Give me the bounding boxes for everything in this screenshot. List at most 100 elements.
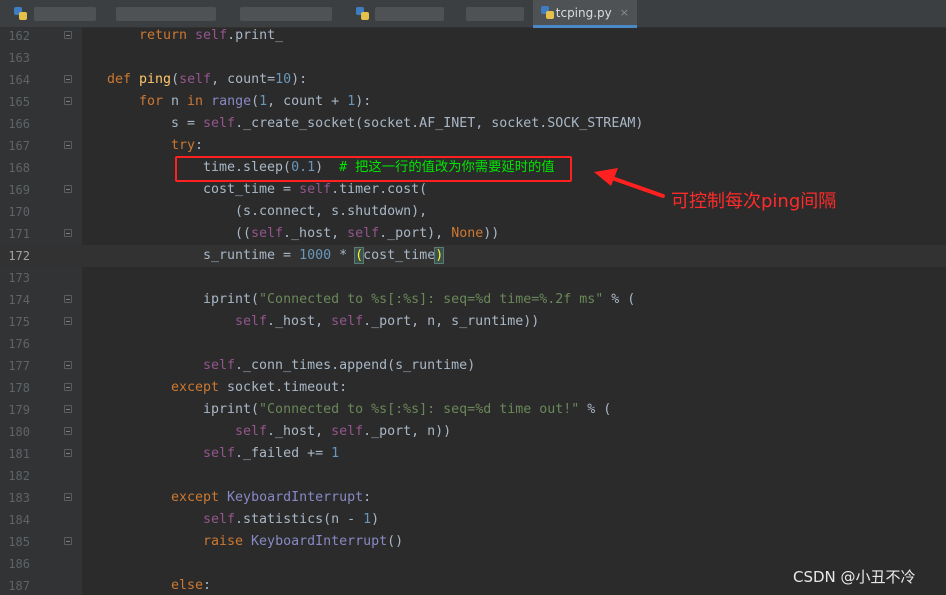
- python-file-icon: [541, 5, 554, 20]
- line-number: 170: [8, 205, 30, 219]
- editor-tab-blurred-3[interactable]: [232, 0, 344, 28]
- line-number: 162: [8, 29, 30, 43]
- code-token: *: [331, 248, 356, 263]
- line-number: 169: [8, 183, 30, 197]
- code-token: ):: [355, 94, 372, 109]
- python-file-icon: [356, 7, 369, 21]
- code-line[interactable]: 178 except socket.timeout:: [0, 377, 946, 399]
- code-token: self: [251, 226, 284, 241]
- code-token: ((: [235, 226, 252, 241]
- matched-brace: (: [354, 247, 365, 264]
- code-token: except: [171, 380, 228, 395]
- code-text: iprint("Connected to %s[:%s]: seq=%d tim…: [203, 399, 611, 421]
- code-line[interactable]: 176: [0, 333, 946, 355]
- code-token: except: [171, 490, 228, 505]
- code-line[interactable]: 167 try:: [0, 135, 946, 157]
- code-token: "Connected to %s[:%s]: seq=%d time=%.2f …: [259, 292, 604, 307]
- code-text: self._host, self._port, n)): [235, 421, 451, 443]
- code-line[interactable]: 183 except KeyboardInterrupt:: [0, 487, 946, 509]
- code-text: s_runtime = 1000 * (cost_time): [203, 245, 445, 267]
- line-number: 181: [8, 447, 30, 461]
- code-line[interactable]: 164 def ping(self, count=10):: [0, 69, 946, 91]
- code-line[interactable]: 185 raise KeyboardInterrupt(): [0, 531, 946, 553]
- close-tab-icon[interactable]: ×: [620, 6, 629, 19]
- code-text: for n in range(1, count + 1):: [139, 91, 371, 113]
- editor-tab-blurred-2[interactable]: [108, 0, 228, 28]
- code-line[interactable]: 184 self.statistics(n - 1): [0, 509, 946, 531]
- fold-marker-icon[interactable]: [64, 405, 72, 413]
- code-line[interactable]: 180 self._host, self._port, n)): [0, 421, 946, 443]
- code-token: raise: [203, 534, 252, 549]
- fold-marker-icon[interactable]: [64, 185, 72, 193]
- fold-marker-icon[interactable]: [64, 295, 72, 303]
- code-token: None: [451, 226, 484, 241]
- code-token: ._port, n, s_runtime)): [363, 314, 540, 329]
- editor-tab-blurred-1[interactable]: [6, 0, 104, 28]
- code-line[interactable]: 172 s_runtime = 1000 * (cost_time): [0, 245, 946, 267]
- code-token: 1: [259, 94, 268, 109]
- line-number: 183: [8, 491, 30, 505]
- code-line[interactable]: 175 self._host, self._port, n, s_runtime)…: [0, 311, 946, 333]
- code-line[interactable]: 181 self._failed += 1: [0, 443, 946, 465]
- code-line[interactable]: 177 self._conn_times.append(s_runtime): [0, 355, 946, 377]
- line-number: 166: [8, 117, 30, 131]
- line-number: 165: [8, 95, 30, 109]
- code-token: .timer.cost(: [331, 182, 428, 197]
- line-number: 185: [8, 535, 30, 549]
- code-text: else:: [171, 575, 211, 595]
- code-line[interactable]: 182: [0, 465, 946, 487]
- code-token: range: [211, 94, 252, 109]
- code-line[interactable]: 165 for n in range(1, count + 1):: [0, 91, 946, 113]
- code-text: def ping(self, count=10):: [107, 69, 307, 91]
- fold-marker-icon[interactable]: [64, 31, 72, 39]
- code-token: ._host,: [283, 226, 348, 241]
- code-token: 10: [275, 72, 292, 87]
- line-number: 177: [8, 359, 30, 373]
- fold-marker-icon[interactable]: [64, 75, 72, 83]
- fold-marker-icon[interactable]: [64, 493, 72, 501]
- code-token: iprint(: [203, 402, 260, 417]
- line-number: 184: [8, 513, 30, 527]
- line-number: 167: [8, 139, 30, 153]
- fold-marker-icon[interactable]: [64, 229, 72, 237]
- editor-tab-bar: tcping.py ×: [0, 0, 946, 28]
- code-token: ._port, n)): [363, 424, 452, 439]
- code-text: try:: [171, 135, 203, 157]
- code-token: for: [139, 94, 172, 109]
- code-token: self: [195, 28, 228, 43]
- fold-marker-icon[interactable]: [64, 361, 72, 369]
- code-token: self: [179, 72, 212, 87]
- fold-marker-icon[interactable]: [64, 97, 72, 105]
- code-token: "Connected to %s[:%s]: seq=%d time out!": [259, 402, 580, 417]
- fold-marker-icon[interactable]: [64, 383, 72, 391]
- code-line[interactable]: 171 ((self._host, self._port), None)): [0, 223, 946, 245]
- code-line[interactable]: 162 return self.print_: [0, 25, 946, 47]
- fold-marker-icon[interactable]: [64, 317, 72, 325]
- code-token: )): [483, 226, 500, 241]
- code-token: 1000: [299, 248, 332, 263]
- code-token: (s.connect, s.shutdown),: [235, 204, 428, 219]
- code-token: , count +: [267, 94, 348, 109]
- code-text: except KeyboardInterrupt:: [171, 487, 371, 509]
- fold-marker-icon[interactable]: [64, 427, 72, 435]
- code-line[interactable]: 173: [0, 267, 946, 289]
- code-line[interactable]: 163: [0, 47, 946, 69]
- code-token: try: [171, 138, 196, 153]
- code-token: s_runtime =: [203, 248, 300, 263]
- line-number: 175: [8, 315, 30, 329]
- fold-marker-icon[interactable]: [64, 449, 72, 457]
- code-line[interactable]: 174 iprint("Connected to %s[:%s]: seq=%d …: [0, 289, 946, 311]
- line-number: 168: [8, 161, 30, 175]
- editor-tab-blurred-4[interactable]: [348, 0, 532, 28]
- editor-tab-tcping[interactable]: tcping.py ×: [533, 0, 637, 28]
- code-token: .statistics(n -: [235, 512, 364, 527]
- ide-window: tcping.py × 162 return self.print_ 163 164 d…: [0, 0, 946, 595]
- code-line[interactable]: 179 iprint("Connected to %s[:%s]: seq=%d …: [0, 399, 946, 421]
- fold-marker-icon[interactable]: [64, 141, 72, 149]
- code-token: self: [235, 314, 268, 329]
- code-text: raise KeyboardInterrupt(): [203, 531, 403, 553]
- code-line[interactable]: 166 s = self._create_socket(socket.AF_INE…: [0, 113, 946, 135]
- fold-marker-icon[interactable]: [64, 537, 72, 545]
- code-token: ):: [291, 72, 308, 87]
- line-number: 163: [8, 51, 30, 65]
